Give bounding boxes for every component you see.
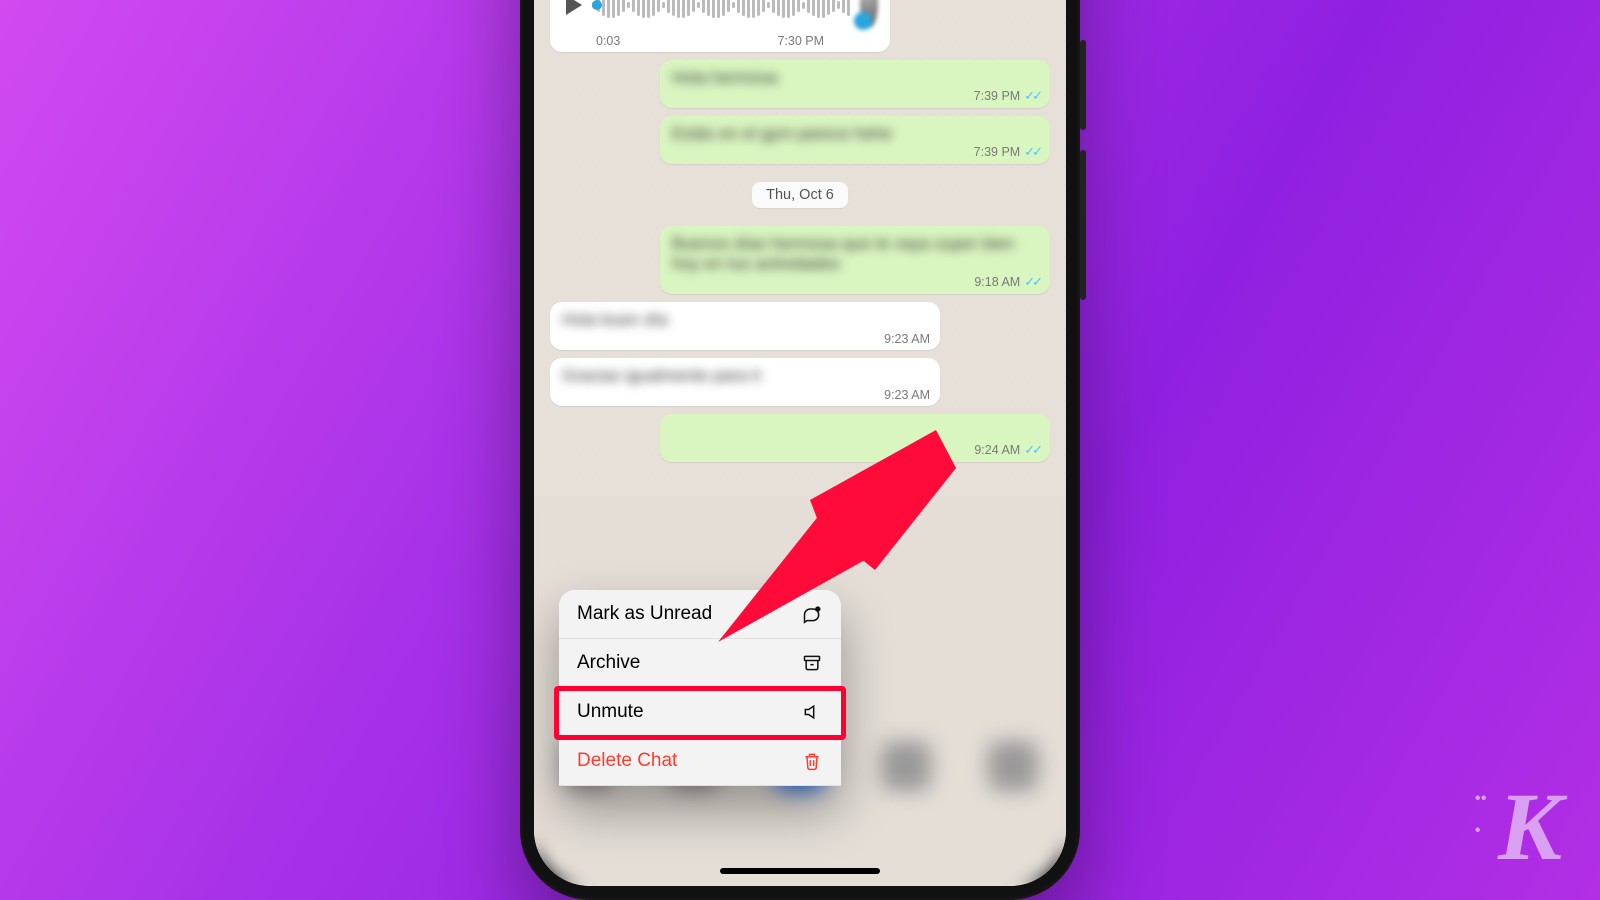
message-time: 7:39 PM✓✓ — [974, 88, 1040, 104]
menu-label: Delete Chat — [577, 750, 677, 772]
chat-bubble-icon — [801, 603, 823, 625]
message-time: 9:24 AM✓✓ — [974, 442, 1040, 458]
read-ticks-icon: ✓✓ — [1024, 88, 1040, 103]
menu-unmute[interactable]: Unmute — [559, 688, 841, 737]
mic-icon — [854, 12, 872, 30]
menu-mark-unread[interactable]: Mark as Unread — [559, 590, 841, 639]
stage: Diferentes 5:29 PM A que bien y te dan m… — [0, 0, 1600, 900]
speaker-icon — [801, 701, 823, 723]
message-time: 9:18 AM✓✓ — [974, 274, 1040, 290]
message-text — [672, 422, 1038, 442]
message-text: Hola buen día — [562, 310, 928, 330]
phone-frame: Diferentes 5:29 PM A que bien y te dan m… — [520, 0, 1080, 900]
read-ticks-icon: ✓✓ — [1024, 274, 1040, 289]
message-time: 9:23 AM — [884, 332, 930, 346]
message-text: Buenos días hermosa que te vaya super bi… — [672, 234, 1038, 274]
message-time: 7:30 PM — [777, 34, 824, 48]
voice-elapsed: 0:03 — [596, 34, 620, 48]
message-time: 9:23 AM — [884, 388, 930, 402]
menu-delete-chat[interactable]: Delete Chat — [559, 737, 841, 786]
message-text: Estás en el gym parece hehe — [672, 124, 1038, 144]
menu-label: Archive — [577, 652, 640, 674]
message-out[interactable]: Estás en el gym parece hehe 7:39 PM✓✓ — [660, 116, 1050, 164]
message-text: Gracias igualmente para ti — [562, 366, 928, 386]
message-time: 7:39 PM✓✓ — [974, 144, 1040, 160]
voice-message[interactable]: /*bars*/ 0:03 7:30 PM — [550, 0, 890, 52]
date-separator: Thu, Oct 6 — [752, 182, 848, 208]
message-out[interactable]: 9:24 AM✓✓ — [660, 414, 1050, 462]
voice-scrubber[interactable] — [592, 0, 602, 10]
chat-messages: Diferentes 5:29 PM A que bien y te dan m… — [534, 0, 1066, 470]
message-out[interactable]: Buenos días hermosa que te vaya super bi… — [660, 226, 1050, 294]
watermark-logo: ∙ ∙∙ K — [1498, 789, 1562, 866]
avatar — [860, 0, 878, 28]
play-icon[interactable] — [566, 0, 582, 15]
trash-icon — [801, 750, 823, 772]
menu-label: Mark as Unread — [577, 603, 712, 625]
message-in[interactable]: Gracias igualmente para ti 9:23 AM — [550, 358, 940, 406]
read-ticks-icon: ✓✓ — [1024, 144, 1040, 159]
chat-context-menu: Mark as Unread Archive Unmute — [559, 590, 841, 786]
home-indicator[interactable] — [720, 868, 880, 874]
read-ticks-icon: ✓✓ — [1024, 442, 1040, 457]
message-text: Hola hermosa — [672, 68, 1038, 88]
message-out[interactable]: Hola hermosa 7:39 PM✓✓ — [660, 60, 1050, 108]
phone-screen: Diferentes 5:29 PM A que bien y te dan m… — [534, 0, 1066, 886]
menu-label: Unmute — [577, 701, 644, 723]
message-in[interactable]: Hola buen día 9:23 AM — [550, 302, 940, 350]
voice-waveform[interactable]: /*bars*/ — [592, 0, 850, 20]
archive-box-icon — [801, 652, 823, 674]
menu-archive[interactable]: Archive — [559, 639, 841, 688]
